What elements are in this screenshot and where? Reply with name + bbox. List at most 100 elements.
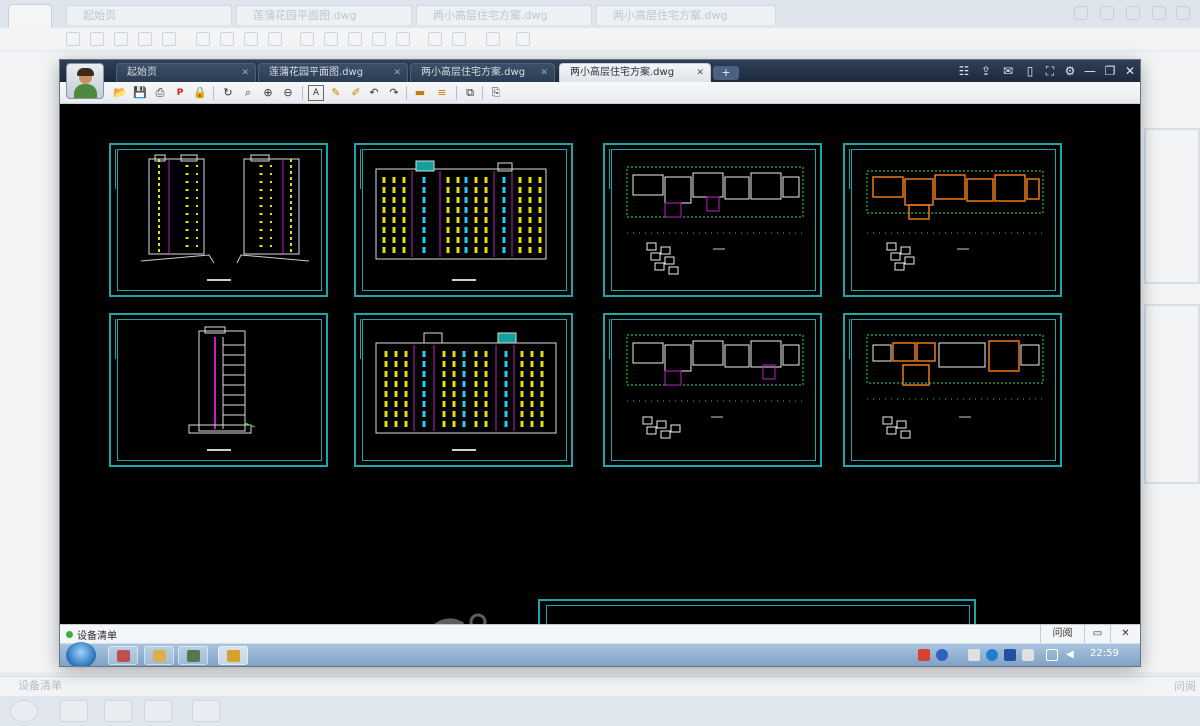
save-icon[interactable]: 💾 — [132, 85, 148, 101]
background-tool — [268, 32, 282, 46]
background-tool — [348, 32, 362, 46]
title-bar: 起始页 ✕ 莲蒲花园平面图.dwg ✕ 两小高层住宅方案.dwg ✕ 两小高层住… — [60, 60, 1140, 82]
zoom-out-icon[interactable]: ⊖ — [280, 85, 296, 101]
export-icon[interactable]: ⎘ — [488, 85, 504, 101]
layers-icon[interactable]: ⧉ — [462, 85, 478, 101]
phone-icon[interactable]: ▯ — [1022, 63, 1038, 79]
pen-icon[interactable]: ✎ — [328, 85, 344, 101]
background-task — [192, 700, 220, 722]
background-tab: 两小高层住宅方案.dwg — [596, 5, 776, 25]
background-phone-icon — [1152, 6, 1166, 20]
minimize-button[interactable]: — — [1082, 63, 1098, 79]
layers-measure-icon[interactable]: ≡ — [434, 85, 450, 101]
close-icon[interactable]: ✕ — [393, 64, 401, 82]
drawing-sheet-floorplan-2[interactable] — [843, 143, 1062, 297]
measure-icon[interactable]: ▬ — [412, 85, 428, 101]
drawing-sheet-side-elevations[interactable] — [109, 143, 328, 297]
tab-label: 起始页 — [127, 67, 157, 78]
tray-ime-icon[interactable] — [918, 649, 930, 661]
background-tool — [486, 32, 500, 46]
tray-browser-icon[interactable] — [986, 649, 998, 661]
tab-label: 两小高层住宅方案.dwg — [570, 67, 675, 78]
restore-button[interactable]: ❐ — [1102, 63, 1118, 79]
close-icon[interactable]: ✕ — [696, 64, 704, 82]
open-icon[interactable]: 📂 — [112, 85, 128, 101]
toolbar: 📂 💾 ⎙ P 🔒 ↻ ⌕ ⊕ ⊖ A ✎ ✐ ↶ ↷ ▬ ≡ ⧉ ⎘ — [60, 82, 1140, 104]
tray-app-icon[interactable] — [968, 649, 980, 661]
redo-icon[interactable]: ↷ — [386, 85, 402, 101]
background-tool — [220, 32, 234, 46]
background-tool — [66, 32, 80, 46]
taskbar-app-contacts[interactable] — [108, 646, 138, 665]
zoom-window-icon[interactable]: ⌕ — [240, 85, 256, 101]
close-window-button[interactable]: ✕ — [1122, 63, 1138, 79]
background-tool — [162, 32, 176, 46]
background-chat-icon — [1126, 6, 1140, 20]
drawing-sheet-side-elevation[interactable] — [109, 313, 328, 467]
tab-residential-scheme-active[interactable]: 两小高层住宅方案.dwg ✕ — [559, 63, 711, 82]
tab-residential-scheme[interactable]: 两小高层住宅方案.dwg ✕ — [410, 63, 555, 82]
tray-network-app-icon[interactable] — [1004, 649, 1016, 661]
drawing-sheet-floorplan-3[interactable] — [603, 313, 822, 467]
tab-label: 莲蒲花园平面图.dwg — [269, 67, 364, 78]
close-icon[interactable]: ✕ — [241, 64, 249, 82]
avatar[interactable] — [66, 63, 104, 99]
background-tab: 起始页 — [66, 5, 232, 25]
taskbar-app-drawing-viewer[interactable] — [218, 646, 248, 665]
start-button[interactable] — [66, 642, 96, 666]
taskbar-app-explorer[interactable] — [144, 646, 174, 665]
share-icon[interactable]: ⇪ — [978, 63, 994, 79]
close-icon[interactable]: ✕ — [540, 64, 548, 82]
drawing-sheet-partial[interactable] — [538, 599, 976, 624]
rotate-icon[interactable]: ↻ — [220, 85, 236, 101]
main-window: 起始页 ✕ 莲蒲花园平面图.dwg ✕ 两小高层住宅方案.dwg ✕ 两小高层住… — [60, 60, 1140, 666]
chat-icon[interactable]: ✉ — [1000, 63, 1016, 79]
background-sheet-ghost — [1144, 128, 1200, 284]
toolbar-separator — [406, 86, 407, 100]
print-icon[interactable]: ⎙ — [152, 85, 168, 101]
pdf-icon[interactable]: P — [172, 85, 188, 101]
gear-icon[interactable]: ⚙ — [1062, 63, 1078, 79]
tab-label: 两小高层住宅方案.dwg — [421, 67, 526, 78]
tab-garden-plan[interactable]: 莲蒲花园平面图.dwg ✕ — [258, 63, 408, 82]
users-icon[interactable]: ☷ — [956, 63, 972, 79]
toolbar-separator — [213, 86, 214, 100]
background-tool — [196, 32, 210, 46]
background-users-icon — [1074, 6, 1088, 20]
status-review-button[interactable]: 问阅 — [1040, 625, 1084, 643]
chat-icon[interactable]: ▭ — [1084, 625, 1110, 643]
fullscreen-icon[interactable]: ⛶ — [1042, 63, 1058, 79]
background-sheet-ghost — [1144, 304, 1200, 484]
close-icon[interactable]: ✕ — [1110, 625, 1140, 643]
status-indicator — [66, 631, 73, 638]
background-tool — [324, 32, 338, 46]
taskbar-clock[interactable]: 22:59 — [1090, 648, 1119, 659]
add-tab-button[interactable]: + — [713, 66, 739, 80]
background-share-icon — [1100, 6, 1114, 20]
background-tool — [396, 32, 410, 46]
drawing-sheet-floorplan-1[interactable] — [603, 143, 822, 297]
lock-icon[interactable]: 🔒 — [192, 85, 208, 101]
tray-help-icon[interactable] — [936, 649, 948, 661]
status-text[interactable]: 设备清单 — [77, 627, 117, 642]
drawing-canvas[interactable] — [60, 104, 1140, 624]
watermark-logo — [434, 613, 487, 624]
drawing-sheet-front-elevation-2[interactable] — [354, 313, 573, 467]
text-icon[interactable]: A — [308, 85, 324, 101]
drawing-sheet-front-elevation-1[interactable] — [354, 143, 573, 297]
background-start-button — [10, 700, 38, 722]
zoom-in-icon[interactable]: ⊕ — [260, 85, 276, 101]
tray-signal-icon[interactable] — [1046, 649, 1058, 661]
background-status-right: 问阅 — [1174, 680, 1196, 693]
toolbar-separator — [456, 86, 457, 100]
drawing-sheet-floorplan-4[interactable] — [843, 313, 1062, 467]
undo-icon[interactable]: ↶ — [366, 85, 382, 101]
background-tool — [138, 32, 152, 46]
background-tool — [114, 32, 128, 46]
marker-icon[interactable]: ✐ — [348, 85, 364, 101]
tray-volume-icon[interactable]: ◀ — [1066, 649, 1078, 661]
taskbar-app-books[interactable] — [178, 646, 208, 665]
tab-start-page[interactable]: 起始页 ✕ — [116, 63, 256, 82]
tray-device-icon[interactable] — [1022, 649, 1034, 661]
background-tool — [428, 32, 442, 46]
